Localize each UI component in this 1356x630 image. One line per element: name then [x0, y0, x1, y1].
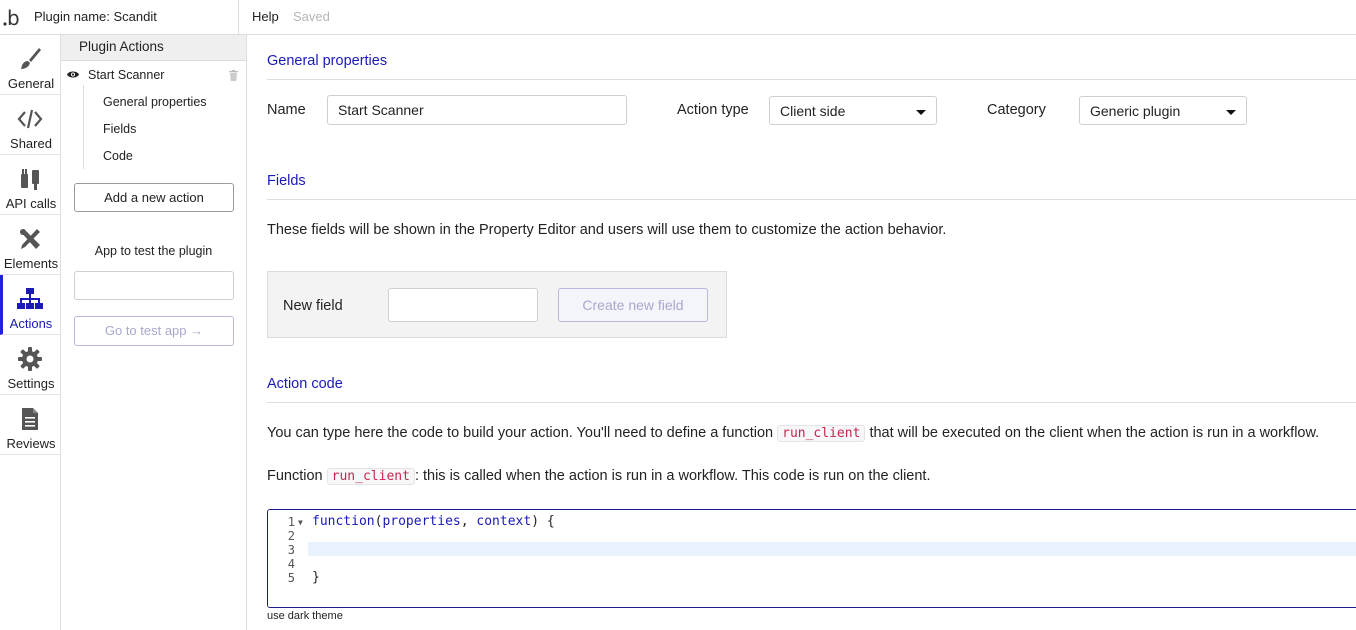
function-text-after: : this is called when the action is run … [414, 468, 931, 484]
top-bar: b Plugin name: Scandit Help Saved [0, 0, 1356, 35]
function-description: Function run_client: this is called when… [267, 468, 931, 485]
category-label: Category [987, 102, 1046, 118]
sidebar-sub-fields[interactable]: Fields [103, 122, 136, 136]
trash-icon[interactable] [229, 70, 238, 81]
code-icon [17, 109, 43, 129]
chevron-down-icon [916, 110, 926, 115]
section-divider [267, 402, 1356, 403]
gear-icon [18, 347, 42, 371]
plug-icon [21, 169, 39, 190]
rail-item-elements[interactable]: Elements [0, 215, 60, 275]
name-input[interactable]: Start Scanner [327, 95, 627, 125]
rail-item-shared[interactable]: Shared [0, 95, 60, 155]
rail-label-shared: Shared [10, 136, 52, 151]
inline-code-run-client: run_client [326, 468, 415, 485]
code-line-1: function(properties, context) { [312, 514, 555, 529]
plugin-actions-sidebar: Plugin Actions Start Scanner General pro… [61, 35, 247, 630]
line-number: 2 [287, 529, 295, 543]
code-brace: ) { [531, 514, 555, 529]
rail-item-api-calls[interactable]: API calls [0, 155, 60, 215]
chevron-down-icon [1226, 110, 1236, 115]
tree-connector [83, 85, 84, 169]
use-dark-theme-toggle[interactable]: use dark theme [267, 610, 343, 622]
rail-label-reviews: Reviews [6, 436, 56, 451]
document-icon [22, 408, 38, 430]
category-value: Generic plugin [1090, 103, 1181, 119]
action-type-value: Client side [780, 103, 846, 119]
eye-icon[interactable] [67, 70, 79, 79]
svg-text:b: b [7, 6, 20, 28]
rail-label-api-calls: API calls [5, 196, 57, 211]
brush-icon [21, 48, 41, 69]
rail-label-elements: Elements [3, 256, 59, 271]
new-field-input[interactable] [388, 288, 538, 322]
action-type-label: Action type [677, 102, 749, 118]
test-app-label: App to test the plugin [94, 244, 213, 258]
function-text-before: Function [267, 468, 323, 484]
active-line-highlight [308, 542, 1356, 556]
code-param: properties [382, 514, 461, 529]
new-field-label: New field [283, 298, 343, 314]
code-keyword: function [312, 514, 375, 529]
section-divider [267, 199, 1356, 200]
line-number: 4 [287, 557, 295, 571]
editor-gutter: 1 2 3 4 5 ▼ [268, 510, 308, 607]
code-line-5: } [312, 570, 320, 585]
rail-label-general: General [7, 76, 55, 91]
create-new-field-button[interactable]: Create new field [558, 288, 708, 322]
fold-toggle-icon[interactable]: ▼ [298, 518, 303, 527]
section-divider [267, 79, 1356, 80]
sidebar-sub-general-properties[interactable]: General properties [103, 95, 207, 109]
rail-item-reviews[interactable]: Reviews [0, 395, 60, 455]
rail-label-actions: Actions [9, 316, 53, 331]
intro-text-after: that will be executed on the client when… [869, 425, 1320, 441]
line-number: 5 [287, 571, 295, 585]
sidebar-action-start-scanner[interactable]: Start Scanner [88, 68, 164, 82]
go-to-test-app-button[interactable]: Go to test app → [74, 316, 234, 346]
inline-code-run-client: run_client [777, 425, 866, 442]
sidebar-sub-code[interactable]: Code [103, 149, 133, 163]
tools-icon [20, 229, 40, 249]
name-label: Name [267, 102, 306, 118]
code-comma: , [460, 514, 477, 529]
fields-description: These fields will be shown in the Proper… [267, 222, 947, 238]
help-menu[interactable]: Help [252, 9, 279, 24]
intro-text-before: You can type here the code to build your… [267, 425, 774, 441]
category-select[interactable]: Generic plugin [1079, 96, 1247, 125]
action-code-title: Action code [267, 376, 343, 392]
rail-item-general[interactable]: General [0, 35, 60, 95]
line-number: 1 [287, 515, 295, 529]
sitemap-icon [17, 288, 43, 309]
rail-item-settings[interactable]: Settings [0, 335, 60, 395]
code-param: context [476, 514, 532, 529]
topbar-divider [238, 0, 239, 35]
rail-item-actions[interactable]: Actions [0, 275, 60, 335]
general-properties-title: General properties [267, 53, 388, 69]
rail-label-settings: Settings [7, 376, 55, 391]
sidebar-header: Plugin Actions [61, 35, 246, 61]
new-field-panel: New field Create new field [267, 271, 727, 338]
sidebar-title: Plugin Actions [79, 39, 164, 54]
saved-status: Saved [293, 9, 330, 24]
code-editor[interactable]: 1 2 3 4 5 ▼ function(properties, context… [267, 509, 1356, 608]
action-type-select[interactable]: Client side [769, 96, 937, 125]
action-code-intro: You can type here the code to build your… [267, 425, 1320, 442]
add-new-action-button[interactable]: Add a new action [74, 183, 234, 212]
fields-title: Fields [267, 173, 306, 189]
test-app-input[interactable] [74, 271, 234, 300]
icon-rail: General Shared API calls Elements Action… [0, 35, 61, 630]
plugin-name: Plugin name: Scandit [34, 9, 157, 24]
bubble-logo-icon[interactable]: b [3, 6, 23, 28]
line-number: 3 [287, 543, 295, 557]
